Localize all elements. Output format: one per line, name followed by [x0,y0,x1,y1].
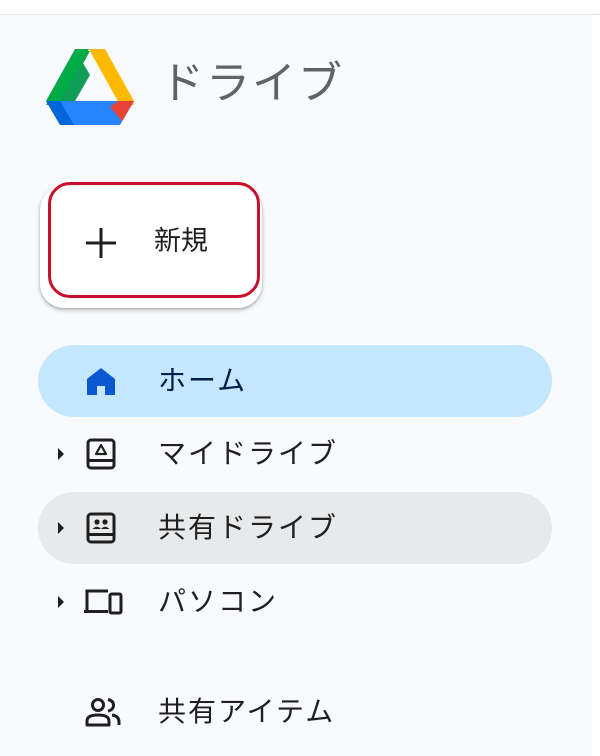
nav-label-shared-drives: 共有ドライブ [158,511,339,544]
nav-label-home: ホーム [158,364,248,397]
top-bar-edge [0,0,600,15]
my-drive-icon [86,438,116,470]
google-drive-logo-icon [46,49,134,125]
new-button-label: 新規 [154,226,208,257]
home-icon [87,368,115,395]
expand-caret-icon[interactable] [58,448,64,460]
computers-icon [84,589,123,615]
expand-caret-icon[interactable] [58,596,64,608]
app-logo-row[interactable]: ドライブ [46,44,344,130]
new-button[interactable]: 新規 [40,182,262,308]
plus-icon [86,228,116,258]
nav-label-computers: パソコン [158,585,279,618]
nav-item-shared-with-me[interactable]: 共有アイテム [38,676,552,748]
nav-label-my-drive: マイドライブ [158,437,339,470]
shared-drive-icon [86,512,116,544]
shared-with-me-icon [85,698,121,727]
app-title: ドライブ [160,58,344,109]
expand-caret-icon[interactable] [58,522,64,534]
nav-item-computers[interactable]: パソコン [38,566,552,638]
main-content-edge [592,15,600,756]
nav-item-my-drive[interactable]: マイドライブ [38,418,552,490]
nav-item-shared-drives[interactable]: 共有ドライブ [38,492,552,564]
nav-item-home[interactable]: ホーム [38,345,552,417]
nav-label-shared-with-me: 共有アイテム [158,695,336,728]
